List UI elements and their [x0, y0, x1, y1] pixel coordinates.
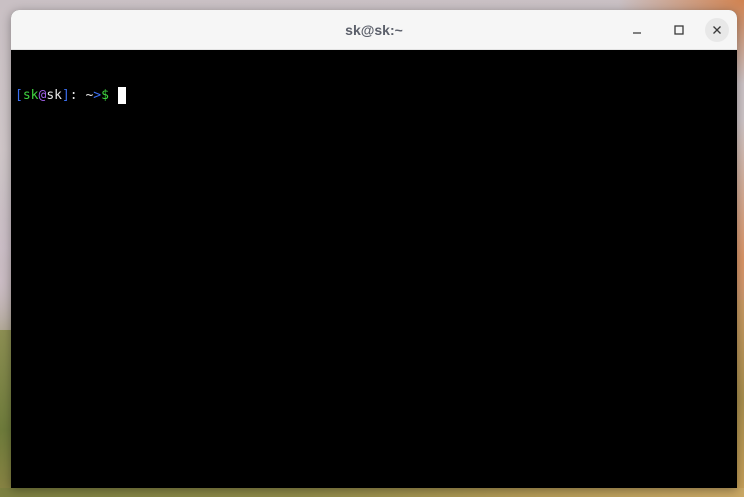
wallpaper-right-edge: [736, 300, 744, 497]
close-button[interactable]: [705, 18, 729, 42]
terminal-window: sk@sk:~ [sk @ sk]: ~ > $: [11, 10, 737, 488]
maximize-icon: [674, 25, 684, 35]
terminal-area[interactable]: [sk @ sk]: ~ > $: [11, 50, 737, 488]
prompt-symbol: $: [101, 88, 109, 103]
wallpaper-bottom-edge: [0, 488, 744, 497]
maximize-button[interactable]: [663, 16, 695, 44]
prompt-line: [sk @ sk]: ~ > $: [15, 87, 733, 104]
prompt-colon: :: [69, 88, 78, 103]
prompt-cwd: ~: [77, 88, 94, 103]
prompt-close-bracket: ]: [61, 88, 70, 103]
text-cursor: [117, 87, 126, 104]
prompt-spacer: [109, 87, 117, 104]
window-titlebar[interactable]: sk@sk:~: [11, 10, 737, 50]
prompt-at: @: [38, 88, 47, 103]
prompt-user: sk: [22, 88, 39, 103]
window-controls: [621, 10, 729, 50]
close-icon: [713, 26, 721, 34]
minimize-button[interactable]: [621, 16, 653, 44]
prompt-arrow: >: [93, 88, 102, 103]
prompt-open-bracket: [: [15, 88, 23, 103]
prompt-host: sk: [46, 88, 62, 103]
minimize-icon: [633, 32, 641, 34]
